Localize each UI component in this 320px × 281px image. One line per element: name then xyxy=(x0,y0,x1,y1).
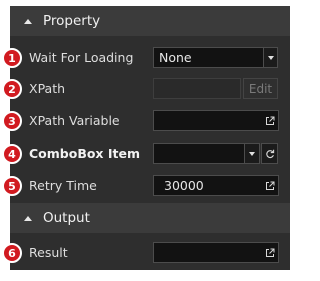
row-number-badge: 3 xyxy=(2,111,22,131)
property-section-title: Property xyxy=(43,13,101,29)
xpath-variable-label: XPath Variable xyxy=(29,113,120,128)
output-section-header[interactable]: Output xyxy=(10,203,290,233)
retry-time-field[interactable]: 30000 xyxy=(153,175,279,196)
refresh-icon xyxy=(265,149,274,158)
xpath-label: XPath xyxy=(29,81,66,96)
collapse-caret-icon xyxy=(24,18,32,24)
row-number-badge: 1 xyxy=(2,48,22,68)
wait-for-loading-label: Wait For Loading xyxy=(29,50,134,65)
row-number-badge: 2 xyxy=(2,79,22,99)
combobox-item-label: ComboBox Item xyxy=(29,146,140,161)
row-retry-time: 5 Retry Time 30000 xyxy=(2,170,290,202)
row-xpath: 2 XPath Edit xyxy=(2,73,290,105)
result-label: Result xyxy=(29,245,68,260)
xpath-field[interactable] xyxy=(153,78,241,99)
open-external-icon[interactable] xyxy=(265,248,275,258)
property-section-header[interactable]: Property xyxy=(10,6,290,36)
collapse-caret-icon xyxy=(24,215,32,221)
refresh-button[interactable] xyxy=(261,143,278,164)
row-number-badge: 5 xyxy=(2,176,22,196)
wait-for-loading-select[interactable]: None xyxy=(153,47,264,68)
xpath-variable-field[interactable] xyxy=(153,110,279,131)
row-number-badge: 4 xyxy=(2,144,22,164)
wait-for-loading-dropdown-button[interactable] xyxy=(263,47,278,68)
output-section-title: Output xyxy=(43,210,90,226)
retry-time-label: Retry Time xyxy=(29,178,97,193)
row-number-badge: 6 xyxy=(2,243,22,263)
row-combobox-item: 4 ComboBox Item xyxy=(2,138,290,170)
xpath-edit-button[interactable]: Edit xyxy=(243,78,278,99)
open-external-icon[interactable] xyxy=(265,181,275,191)
result-field[interactable] xyxy=(153,242,279,263)
properties-panel: Property 1 Wait For Loading None 2 XPath… xyxy=(2,6,290,270)
combobox-item-dropdown-button[interactable] xyxy=(244,143,260,164)
row-result: 6 Result xyxy=(2,237,290,269)
row-xpath-variable: 3 XPath Variable xyxy=(2,105,290,137)
row-wait-for-loading: 1 Wait For Loading None xyxy=(2,42,290,74)
chevron-down-icon xyxy=(267,55,274,60)
open-external-icon[interactable] xyxy=(265,116,275,126)
combobox-item-select[interactable] xyxy=(153,143,245,164)
chevron-down-icon xyxy=(249,151,255,156)
